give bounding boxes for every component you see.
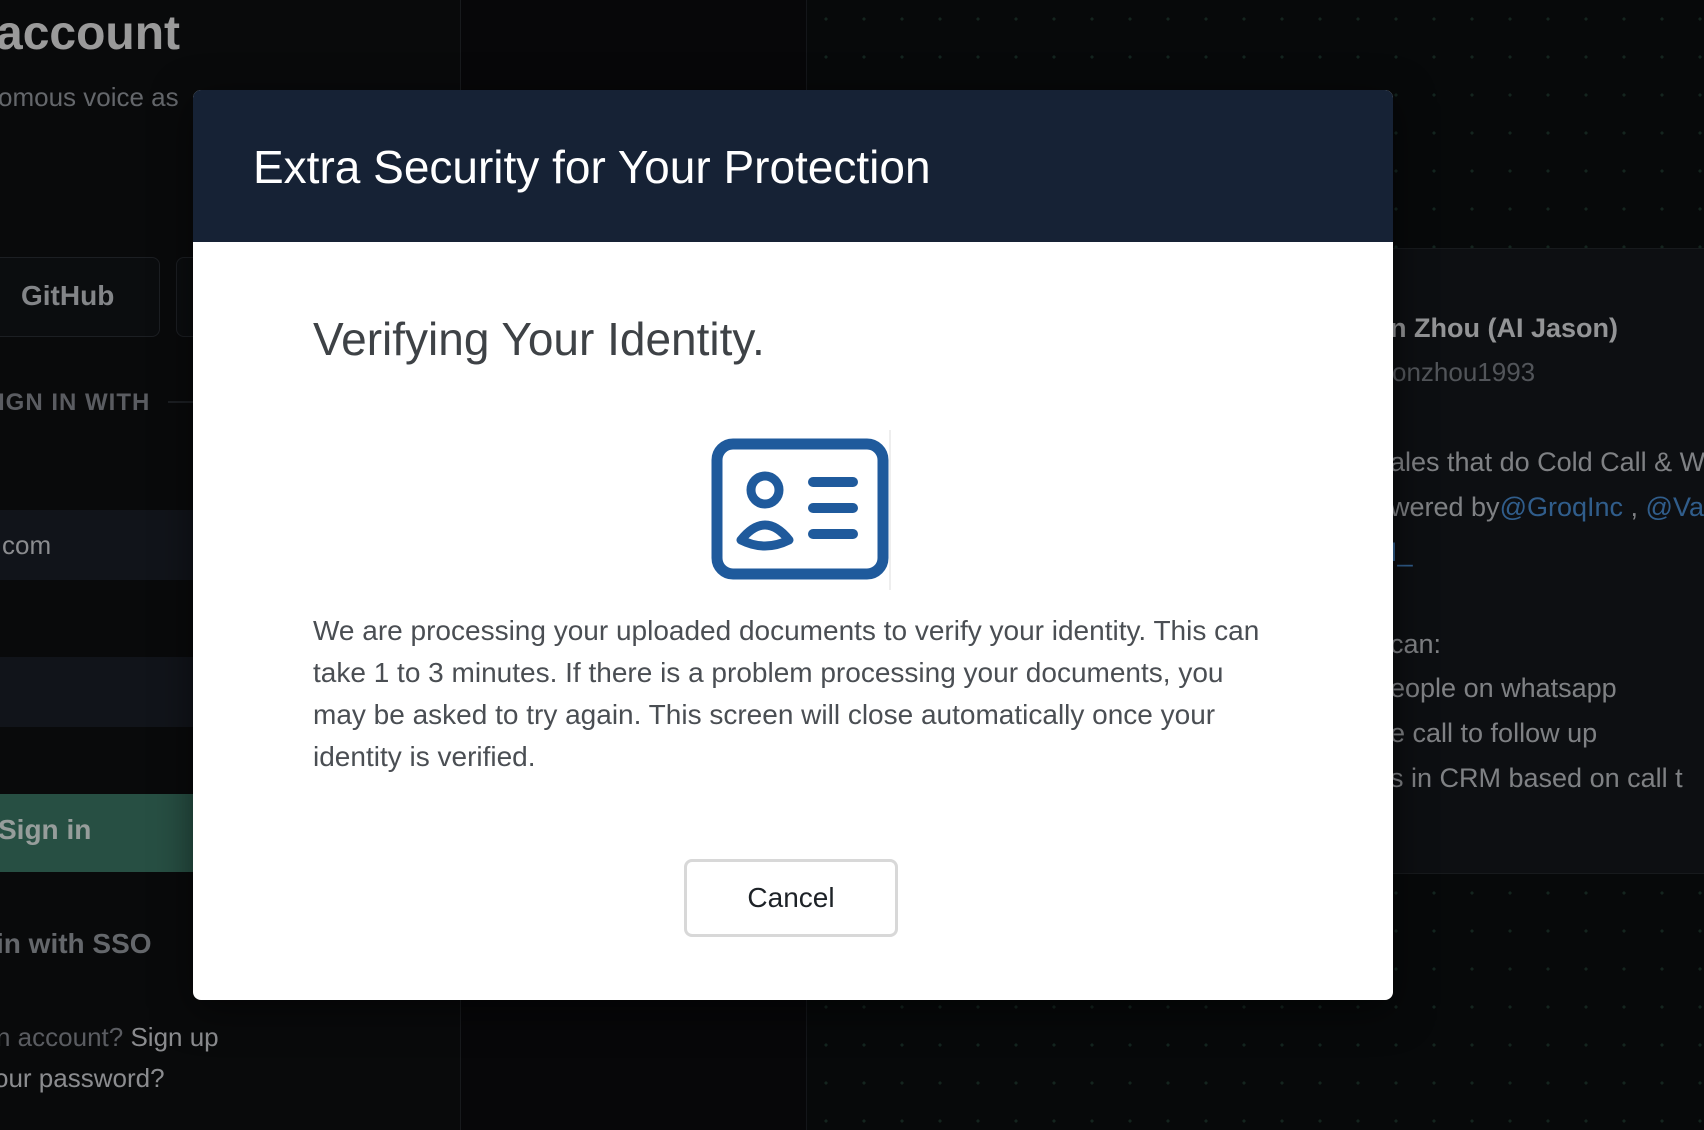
modal-title: Extra Security for Your Protection	[253, 141, 931, 193]
verification-modal: Extra Security for Your Protection Verif…	[193, 90, 1393, 1000]
id-card-icon	[705, 430, 891, 590]
cancel-button[interactable]: Cancel	[684, 859, 898, 937]
verification-heading: Verifying Your Identity.	[313, 313, 765, 365]
modal-header: Extra Security for Your Protection	[193, 90, 1393, 242]
verification-message: We are processing your uploaded document…	[313, 615, 1260, 772]
screen: account omous voice as GitHub IGN IN WIT…	[0, 0, 1704, 1130]
